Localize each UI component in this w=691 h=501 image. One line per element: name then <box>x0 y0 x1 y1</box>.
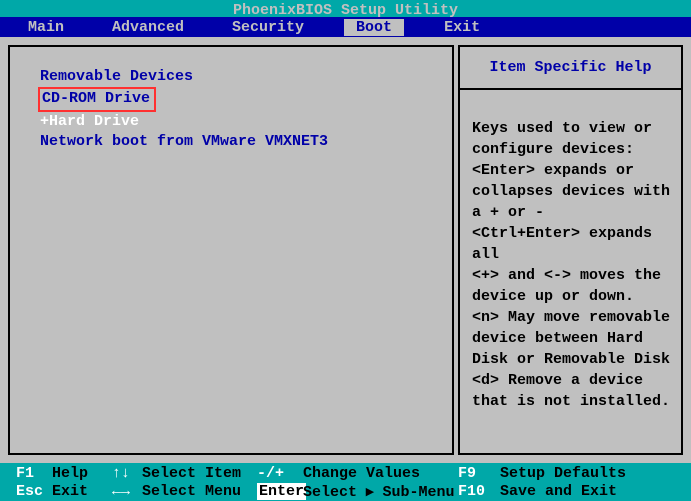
menu-exit[interactable]: Exit <box>436 19 488 36</box>
menu-security[interactable]: Security <box>224 19 312 36</box>
menu-boot[interactable]: Boot <box>344 19 404 36</box>
desc-save-exit: Save and Exit <box>500 483 617 500</box>
desc-exit: Exit <box>52 483 112 500</box>
footer-row-2: Esc Exit ←→ Select Menu Enter Select ▸ S… <box>16 482 683 500</box>
desc-change-values: Change Values <box>303 465 458 482</box>
desc-select-item: Select Item <box>142 465 257 482</box>
footer: F1 Help ↑↓ Select Item -/+ Change Values… <box>0 463 691 500</box>
desc-setup-defaults: Setup Defaults <box>500 465 626 482</box>
boot-item-1[interactable]: CD-ROM Drive <box>42 89 150 109</box>
key-f9: F9 <box>458 465 500 482</box>
key-f1: F1 <box>16 465 52 482</box>
help-body: Keys used to view or configure devices:<… <box>460 90 681 420</box>
key-updown: ↑↓ <box>112 465 142 482</box>
boot-order-panel: Removable Devices CD-ROM Drive +Hard Driv… <box>8 45 454 455</box>
menu-bar: Main Advanced Security Boot Exit <box>0 17 691 37</box>
highlight-box: CD-ROM Drive <box>38 87 156 111</box>
menu-advanced[interactable]: Advanced <box>104 19 192 36</box>
desc-select-menu: Select Menu <box>142 483 257 500</box>
app-title: PhoenixBIOS Setup Utility <box>233 2 458 19</box>
boot-item-3[interactable]: Network boot from VMware VMXNET3 <box>40 132 328 152</box>
boot-item-0[interactable]: Removable Devices <box>40 67 193 87</box>
desc-help: Help <box>52 465 112 482</box>
menu-main[interactable]: Main <box>20 19 72 36</box>
desc-sub-menu: Select ▸ Sub-Menu <box>303 482 458 501</box>
key-leftright: ←→ <box>112 483 142 500</box>
boot-item-2[interactable]: +Hard Drive <box>40 112 139 132</box>
key-enter: Enter <box>257 483 303 500</box>
key-f10: F10 <box>458 483 500 500</box>
help-panel: Item Specific Help Keys used to view or … <box>458 45 683 455</box>
help-title: Item Specific Help <box>460 47 681 90</box>
content-area: Removable Devices CD-ROM Drive +Hard Driv… <box>0 37 691 463</box>
footer-row-1: F1 Help ↑↓ Select Item -/+ Change Values… <box>16 464 683 482</box>
key-esc: Esc <box>16 483 52 500</box>
title-bar: PhoenixBIOS Setup Utility <box>0 0 691 17</box>
key-plusminus: -/+ <box>257 465 303 482</box>
